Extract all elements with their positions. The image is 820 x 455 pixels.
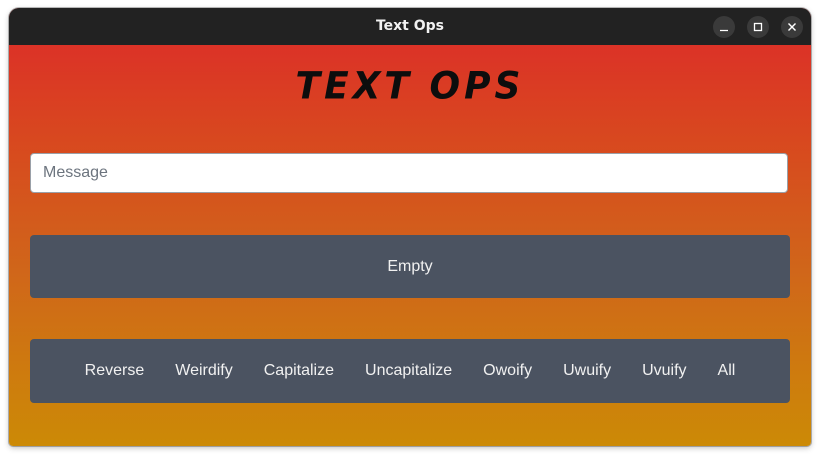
minimize-icon xyxy=(720,29,728,32)
minimize-button[interactable] xyxy=(713,16,735,38)
capitalize-button[interactable]: Capitalize xyxy=(248,339,349,403)
app-window: Text Ops TEXT OPS Empty Reverse Weirdify… xyxy=(9,8,811,446)
all-button[interactable]: All xyxy=(702,339,751,403)
uvuify-button[interactable]: Uvuify xyxy=(627,339,702,403)
reverse-button[interactable]: Reverse xyxy=(69,339,160,403)
weirdify-button[interactable]: Weirdify xyxy=(160,339,249,403)
message-input[interactable] xyxy=(30,153,788,193)
close-icon xyxy=(788,23,796,31)
maximize-icon xyxy=(753,22,763,32)
output-display: Empty xyxy=(30,235,790,298)
maximize-button[interactable] xyxy=(747,16,769,38)
owoify-button[interactable]: Owoify xyxy=(468,339,548,403)
app-heading: TEXT OPS xyxy=(295,64,525,109)
window-title: Text Ops xyxy=(375,18,445,34)
uwuify-button[interactable]: Uwuify xyxy=(548,339,627,403)
title-bar[interactable]: Text Ops xyxy=(9,8,811,45)
operations-bar: Reverse Weirdify Capitalize Uncapitalize… xyxy=(30,339,790,403)
uncapitalize-button[interactable]: Uncapitalize xyxy=(350,339,468,403)
close-button[interactable] xyxy=(781,16,803,38)
